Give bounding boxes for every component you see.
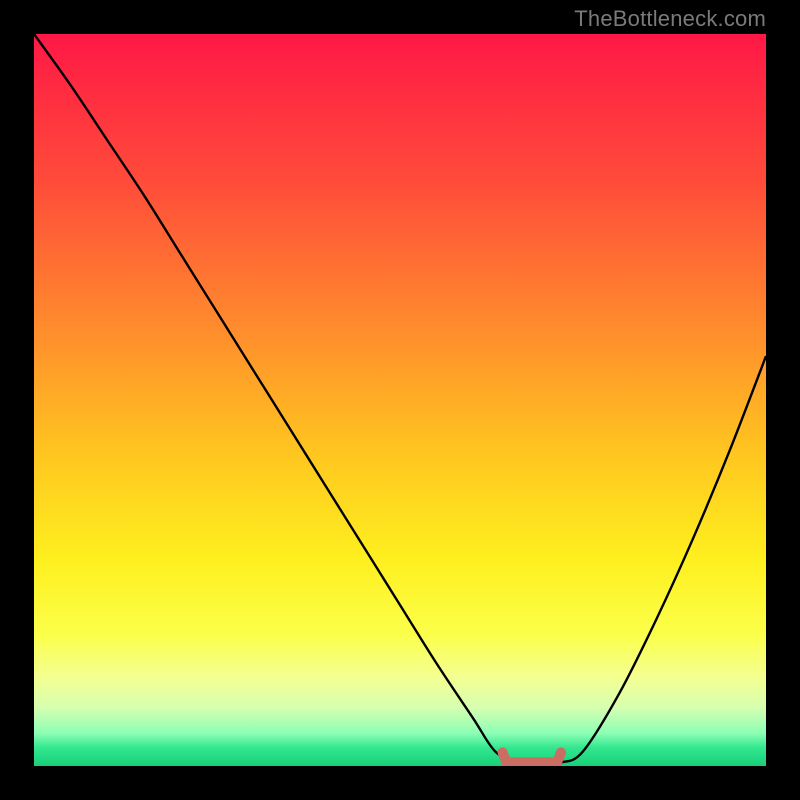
chart-svg (34, 34, 766, 766)
chart-frame: TheBottleneck.com (0, 0, 800, 800)
plot-area (34, 34, 766, 766)
watermark-text: TheBottleneck.com (574, 6, 766, 32)
gradient-background (34, 34, 766, 766)
